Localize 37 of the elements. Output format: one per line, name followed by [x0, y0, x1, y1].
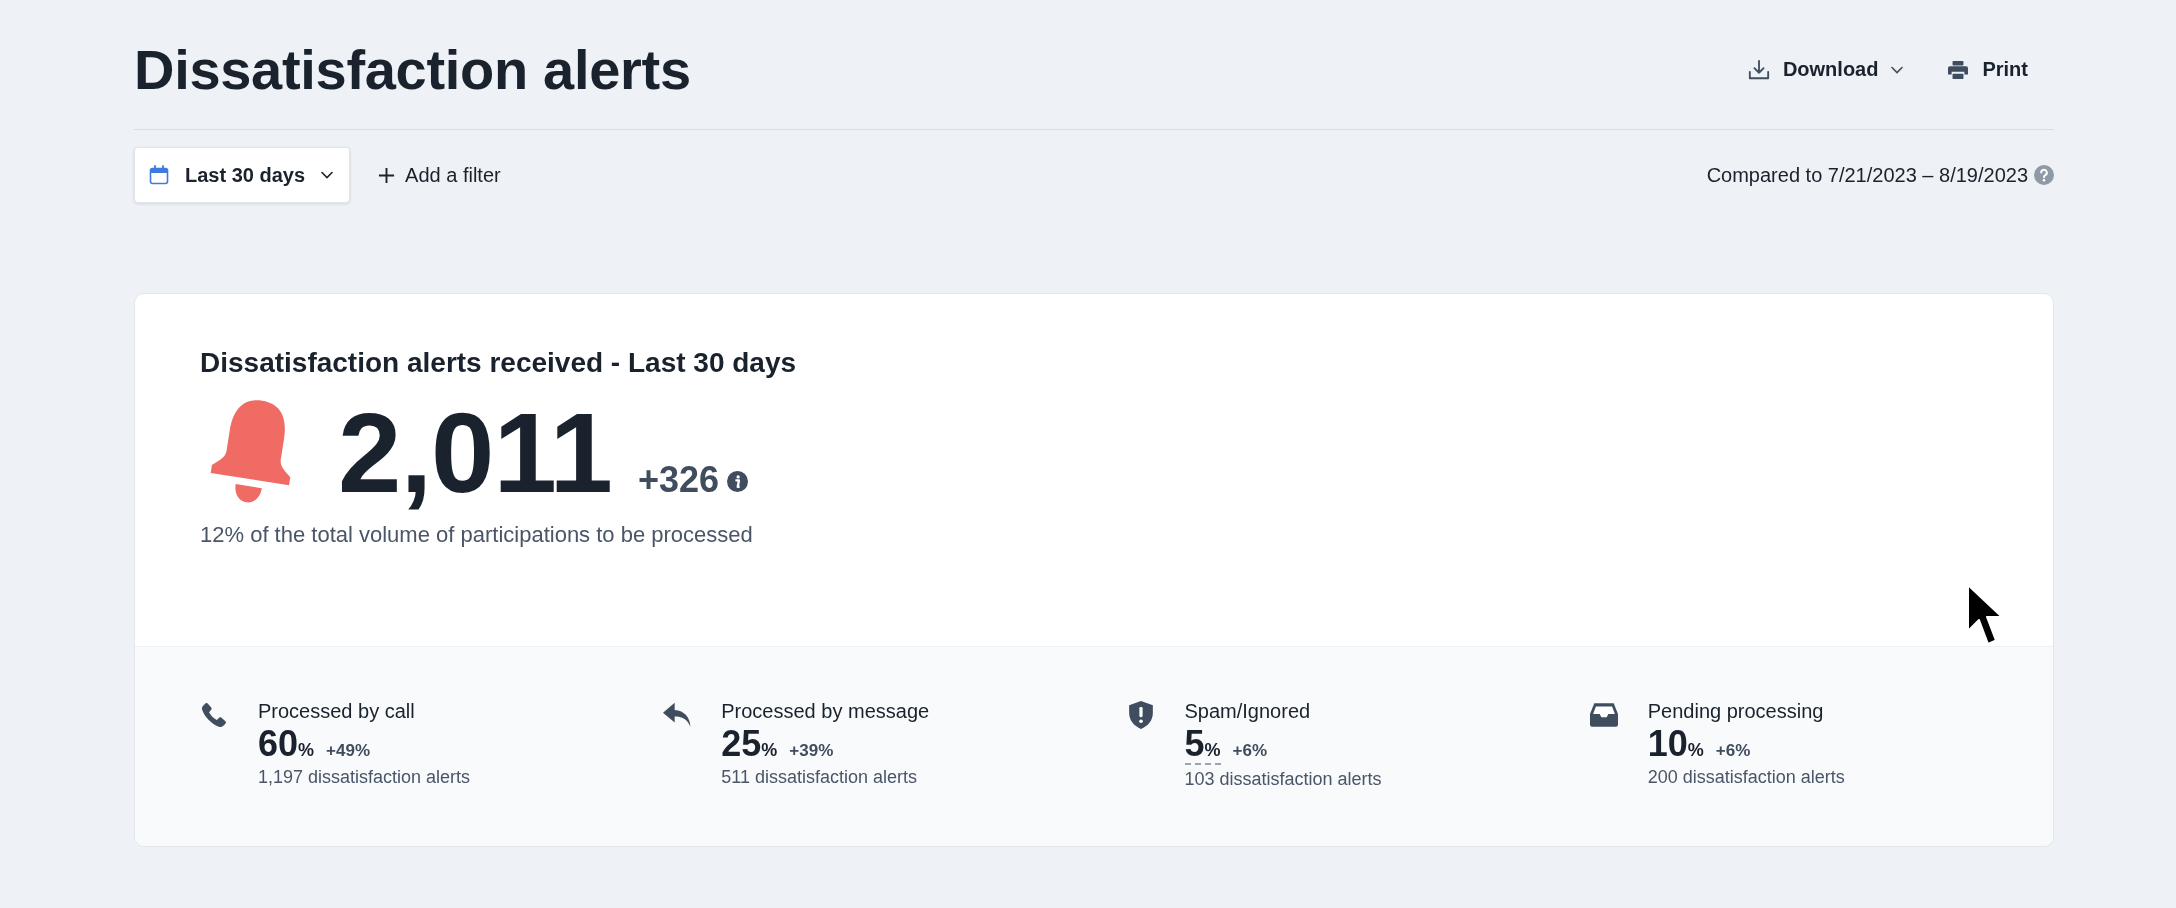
- alerts-change: +326: [638, 458, 720, 501]
- stat-count: 200 dissatisfaction alerts: [1647, 766, 1845, 788]
- help-icon[interactable]: [2034, 165, 2054, 185]
- stat-change: +39%: [789, 741, 834, 761]
- phone-icon: [200, 701, 228, 729]
- stat-change: +6%: [1715, 741, 1751, 761]
- stat-percentage: 25%: [721, 725, 778, 763]
- date-range-dropdown[interactable]: Last 30 days: [134, 147, 351, 203]
- comparison-period-text: Compared to 7/21/2023 – 8/19/2023: [1706, 163, 2028, 187]
- stat-percentage: 5%: [1184, 725, 1221, 765]
- shield-alert-icon: [1126, 701, 1155, 729]
- calendar-icon: [149, 165, 169, 185]
- chevron-down-icon: [1891, 65, 1904, 74]
- stat-count: 511 dissatisfaction alerts: [721, 766, 919, 788]
- stat-label: Processed by call: [258, 699, 416, 723]
- alerts-total: 2,011: [338, 395, 612, 510]
- page-title: Dissatisfaction alerts: [134, 41, 691, 98]
- print-button[interactable]: Print: [1947, 52, 2028, 87]
- stat-label: Spam/Ignored: [1184, 699, 1312, 723]
- stat-percentage: 60%: [258, 725, 315, 763]
- stat-label: Pending processing: [1647, 699, 1825, 723]
- download-icon: [1747, 58, 1770, 81]
- download-button[interactable]: Download: [1747, 52, 1904, 87]
- inbox-icon: [1589, 701, 1618, 729]
- add-filter-button[interactable]: Add a filter: [378, 157, 501, 193]
- printer-icon: [1947, 59, 1970, 80]
- chevron-down-icon: [321, 171, 334, 179]
- stat-label: Processed by message: [721, 699, 930, 723]
- stat-change: +6%: [1232, 741, 1268, 761]
- card-title: Dissatisfaction alerts received - Last 30 days: [200, 346, 798, 380]
- stat-percentage: 10%: [1647, 725, 1704, 763]
- plus-icon: [378, 166, 396, 184]
- stat-count: 1,197 dissatisfaction alerts: [258, 766, 471, 788]
- stat-count: 103 dissatisfaction alerts: [1184, 768, 1382, 790]
- info-icon[interactable]: [727, 470, 749, 492]
- stat-change: +49%: [326, 741, 370, 761]
- alerts-share-text: 12% of the total volume of participations to be processed: [200, 521, 754, 548]
